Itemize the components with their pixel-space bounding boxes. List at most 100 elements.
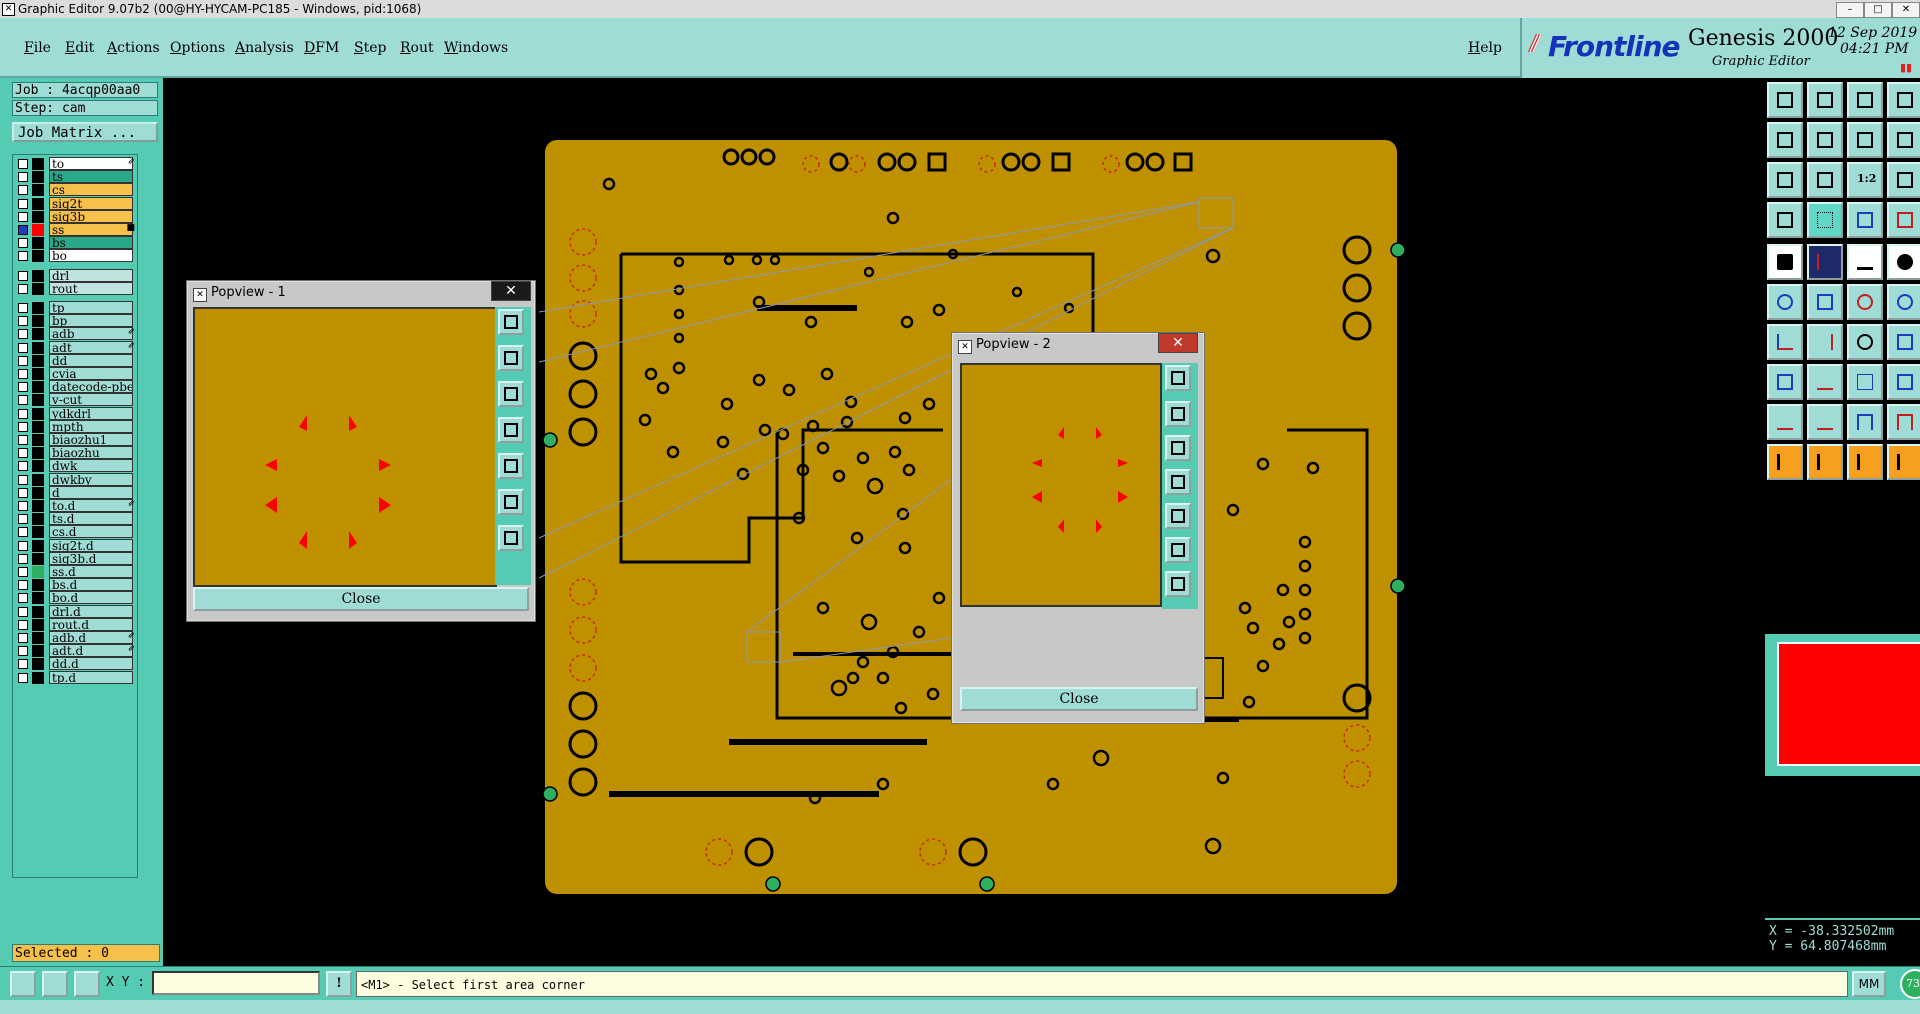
layer-color-swatch[interactable] [32, 341, 44, 354]
popview-2-view[interactable] [960, 363, 1162, 607]
layer-checkbox[interactable] [18, 408, 28, 419]
layer-checkbox[interactable] [18, 567, 28, 577]
tool-diagonal-icon[interactable] [1807, 324, 1843, 360]
tool-window-icon[interactable] [1887, 82, 1920, 118]
menu-help[interactable]: Help [1468, 40, 1502, 56]
tool-connect-icon[interactable] [1847, 284, 1883, 320]
tool-ruler-icon[interactable] [1847, 244, 1883, 280]
layer-row[interactable]: rout.d [13, 617, 137, 632]
layer-color-swatch[interactable] [32, 447, 44, 460]
tool-arc-icon[interactable] [1847, 324, 1883, 360]
popview-1-close-x[interactable]: ✕ [491, 281, 531, 301]
menu-analysis[interactable]: Analysis [235, 40, 294, 56]
layer-name[interactable]: cs.d [49, 525, 133, 539]
layer-color-swatch[interactable] [32, 269, 44, 282]
tool-group-icon[interactable] [1887, 364, 1920, 400]
tool-zoom-fit-icon[interactable] [1767, 162, 1803, 198]
layer-row[interactable]: datecode-pbe [13, 380, 137, 394]
layer-row[interactable]: bo.d [13, 591, 137, 605]
layer-color-swatch[interactable] [32, 302, 44, 314]
layer-name[interactable]: adt [49, 340, 133, 354]
layer-color-swatch[interactable] [32, 224, 44, 236]
maximize-button[interactable]: □ [1864, 2, 1892, 18]
layer-row[interactable]: drl.d [13, 604, 137, 619]
layer-name[interactable]: sig3b.d [49, 551, 133, 565]
menu-actions[interactable]: Actions [107, 40, 160, 56]
layer-checkbox[interactable] [18, 316, 28, 327]
layer-row[interactable]: bo [13, 249, 137, 263]
layer-row[interactable]: ss.d [13, 565, 137, 579]
layer-row[interactable]: to ⇙ [13, 157, 137, 171]
layer-row[interactable]: adt.d ⇙ [13, 644, 137, 658]
layer-color-swatch[interactable] [32, 210, 44, 223]
layer-name[interactable]: adb [49, 327, 133, 341]
layer-color-swatch[interactable] [32, 282, 44, 295]
layer-name[interactable]: bs [49, 236, 133, 250]
layer-row[interactable]: ss ■ [13, 223, 137, 237]
layer-checkbox[interactable] [18, 185, 28, 196]
layer-name[interactable]: rout [49, 281, 133, 295]
tool-scale-1-2-icon[interactable]: 1:2 [1847, 162, 1883, 198]
layer-row[interactable]: cs [13, 183, 137, 197]
layer-checkbox[interactable] [18, 435, 28, 445]
tool-line-icon[interactable] [1807, 244, 1843, 280]
menu-options[interactable]: Options [170, 40, 225, 56]
layer-name[interactable]: adt.d [49, 644, 133, 658]
layer-color-swatch[interactable] [32, 513, 44, 526]
layer-row[interactable]: adt ⇙ [13, 340, 137, 355]
layer-name[interactable]: bo [49, 249, 133, 263]
pause-icon[interactable]: ▮▮ [1900, 61, 1912, 74]
layer-checkbox[interactable] [18, 553, 28, 564]
layer-checkbox[interactable] [18, 211, 28, 222]
layer-color-swatch[interactable] [32, 171, 44, 184]
overview-panel[interactable] [1765, 634, 1920, 776]
tool-arch-alt-icon[interactable] [1887, 404, 1920, 440]
layer-name[interactable]: mpth [49, 419, 133, 433]
layer-color-swatch[interactable] [32, 579, 44, 592]
layer-row[interactable]: bs [13, 236, 137, 250]
layer-checkbox[interactable] [18, 355, 28, 366]
layer-checkbox[interactable] [18, 501, 28, 511]
pan-down-button[interactable] [1165, 435, 1191, 461]
layer-name[interactable]: cs [49, 183, 133, 197]
menu-step[interactable]: Step [354, 40, 386, 56]
layer-checkbox[interactable] [18, 593, 28, 604]
menu-edit[interactable]: Edit [65, 40, 94, 56]
zoom-out-button[interactable] [498, 525, 524, 551]
layer-row[interactable]: rout [13, 281, 137, 296]
tool-link-icon[interactable] [1887, 284, 1920, 320]
layer-row[interactable]: biaozhu [13, 446, 137, 460]
layer-row[interactable]: sig2t [13, 196, 137, 211]
layer-checkbox[interactable] [18, 527, 28, 538]
layer-row[interactable]: biaozhu1 [13, 433, 137, 447]
snap-mode-icon[interactable] [10, 971, 36, 997]
pan-left-button[interactable] [1165, 469, 1191, 495]
layer-name[interactable]: ss [49, 223, 133, 236]
pan-right-button[interactable] [1165, 503, 1191, 529]
job-matrix-button[interactable]: Job Matrix ... [12, 122, 158, 142]
layer-row[interactable]: bp [13, 314, 137, 328]
layer-row[interactable]: sig3b [13, 209, 137, 224]
layer-row[interactable]: dwk [13, 459, 137, 473]
tool-zoom-out-icon[interactable] [1807, 162, 1843, 198]
layer-name[interactable]: rout.d [49, 617, 133, 631]
layer-row[interactable]: adb.d ⇙ [13, 631, 137, 645]
layer-color-swatch[interactable] [32, 566, 44, 578]
tool-select-pad-icon[interactable] [1767, 244, 1803, 280]
popview-2-close-button[interactable]: Close [960, 687, 1198, 711]
layer-color-swatch[interactable] [32, 473, 44, 486]
grid-mode-icon[interactable] [74, 971, 100, 997]
tool-measure-icon[interactable] [1767, 202, 1803, 238]
zoom-home-button[interactable] [498, 309, 524, 335]
popview-2-close-x[interactable]: ✕ [1158, 333, 1198, 353]
tool-arch-icon[interactable] [1847, 404, 1883, 440]
pan-up-button[interactable] [498, 345, 524, 371]
layer-color-swatch[interactable] [32, 328, 44, 341]
layer-name[interactable]: d [49, 485, 133, 499]
layer-row[interactable]: dwkby [13, 472, 137, 487]
layer-row[interactable]: ydkdrl [13, 406, 137, 421]
layer-name[interactable]: biaozhu [49, 446, 133, 460]
layer-name[interactable]: datecode-pbe [49, 380, 133, 394]
layer-checkbox[interactable] [18, 303, 28, 313]
tool-pointer-move-icon[interactable] [1847, 444, 1883, 480]
